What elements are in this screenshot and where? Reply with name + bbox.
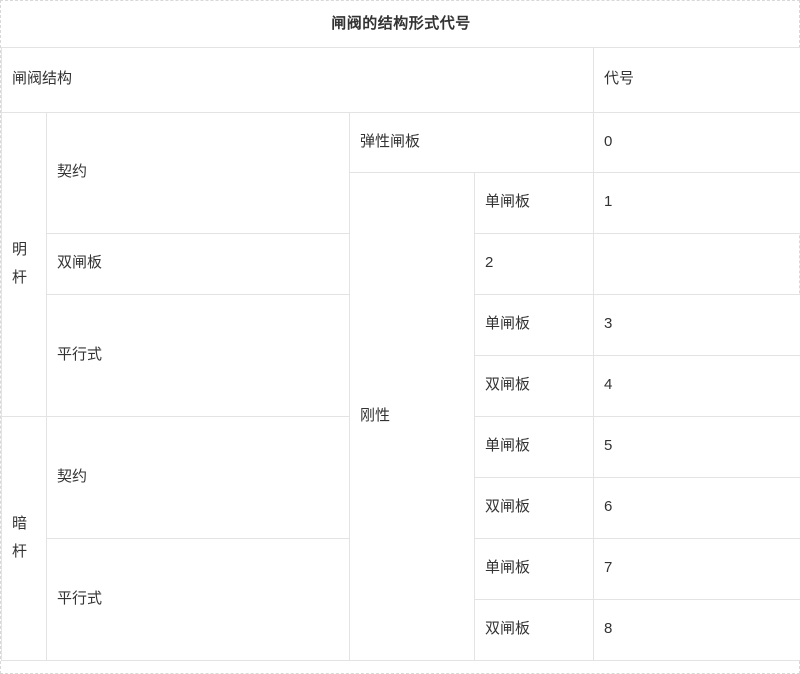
table-head: 闸阀结构 代号 (0, 46, 800, 113)
cell-code-5: 5 (593, 415, 800, 478)
cell-plate-double: 双闸板 (473, 354, 595, 417)
cell-form-contract-dark: 契约 (46, 415, 350, 539)
column-header-structure: 闸阀结构 (0, 46, 595, 113)
cell-code-0: 0 (593, 111, 800, 173)
cell-plate-double: 双闸板 (473, 598, 595, 661)
table-body: 明杆 契约 弹性闸板 0 刚性 单闸板 1 双闸板 2 平行式 单闸板 3 双闸… (1, 111, 800, 661)
cell-form-parallel-dark: 平行式 (46, 537, 350, 661)
cell-stem-dark: 暗杆 (1, 415, 47, 661)
cell-plate-single: 单闸板 (473, 171, 595, 234)
cell-plate-double: 双闸板 (473, 476, 595, 539)
cell-code-2: 2 (473, 232, 595, 295)
cell-code-1: 1 (593, 171, 800, 234)
table-header-row: 闸阀结构 代号 (0, 46, 800, 113)
cell-disc-elastic: 弹性闸板 (348, 111, 595, 173)
table-container: 闸阀的结构形式代号 闸阀结构 代号 明杆 契约 弹性闸板 0 刚性 单闸板 1 … (0, 0, 800, 674)
cell-code-3: 3 (593, 293, 800, 356)
table-row: 明杆 契约 弹性闸板 0 (1, 111, 800, 417)
cell-code-8: 8 (593, 598, 800, 661)
cell-plate-double: 双闸板 (46, 232, 350, 295)
cell-plate-single: 单闸板 (473, 415, 595, 478)
cell-code-4: 4 (593, 354, 800, 417)
cell-plate-single: 单闸板 (473, 293, 595, 356)
cell-stem-open: 明杆 (1, 111, 47, 417)
column-header-code: 代号 (593, 46, 800, 113)
cell-form-parallel-open: 平行式 (46, 293, 350, 417)
cell-plate-single: 单闸板 (473, 537, 595, 600)
cell-code-6: 6 (593, 476, 800, 539)
table-title: 闸阀的结构形式代号 (331, 15, 471, 32)
cell-disc-rigid: 刚性 (349, 171, 475, 661)
cell-code-7: 7 (593, 537, 800, 600)
gate-valve-structure-code-table: 闸阀的结构形式代号 闸阀结构 代号 明杆 契约 弹性闸板 0 刚性 单闸板 1 … (0, 1, 800, 661)
cell-form-contract-open: 契约 (46, 111, 350, 234)
